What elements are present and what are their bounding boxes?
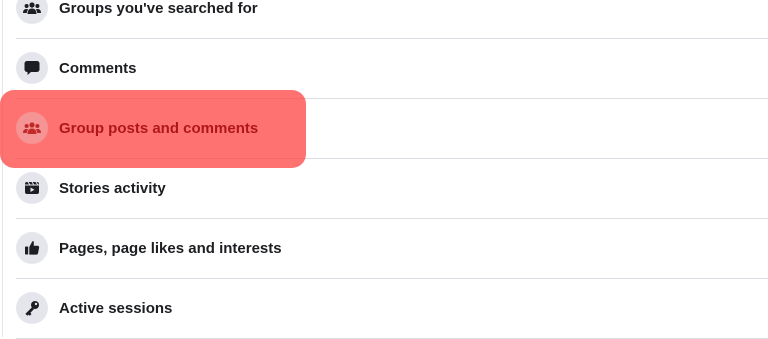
list-item-label: Group posts and comments xyxy=(59,120,259,137)
thumbs-up-icon xyxy=(16,232,48,264)
list-item-stories-activity[interactable]: Stories activity xyxy=(16,159,768,219)
groups-icon xyxy=(16,0,48,24)
key-icon xyxy=(16,292,48,324)
list-item-label: Active sessions xyxy=(59,300,173,317)
list-item-group-posts-comments[interactable]: Group posts and comments xyxy=(16,99,768,159)
list-item-label: Comments xyxy=(59,60,137,77)
list-item-label: Pages, page likes and interests xyxy=(59,240,282,257)
comment-bubble-icon xyxy=(16,52,48,84)
activity-category-list: Groups you've searched for Comments Grou… xyxy=(0,0,768,339)
list-item-pages-likes[interactable]: Pages, page likes and interests xyxy=(16,219,768,279)
list-item-label: Groups you've searched for xyxy=(59,0,258,17)
list-item-groups-searched[interactable]: Groups you've searched for xyxy=(16,0,768,39)
list-item-comments[interactable]: Comments xyxy=(16,39,768,99)
list-item-active-sessions[interactable]: Active sessions xyxy=(16,279,768,339)
list-item-label: Stories activity xyxy=(59,180,166,197)
stories-clapper-icon xyxy=(16,172,48,204)
groups-icon xyxy=(16,112,48,144)
